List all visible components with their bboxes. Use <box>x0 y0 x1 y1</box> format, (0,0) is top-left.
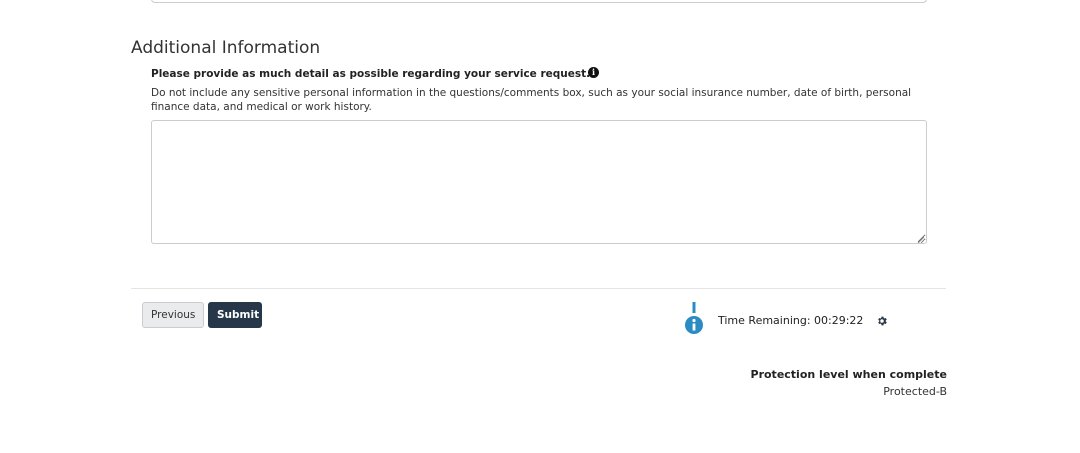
protection-level-value: Protected-B <box>883 385 947 398</box>
section-heading: Additional Information <box>131 38 321 58</box>
form-divider <box>131 288 946 289</box>
submit-button[interactable]: Submit <box>208 302 262 328</box>
previous-button[interactable]: Previous <box>142 302 204 328</box>
protection-level: Protection level when complete Protected… <box>751 366 947 400</box>
comments-hint: Do not include any sensitive personal in… <box>151 87 912 113</box>
comments-label: Please provide as much detail as possibl… <box>151 68 591 80</box>
previous-field-bottom-edge[interactable] <box>151 0 927 3</box>
time-remaining-text: Time Remaining: 00:29:22 <box>718 314 864 327</box>
protection-level-title: Protection level when complete <box>750 368 947 381</box>
page: Additional Information Please provide as… <box>0 0 1080 453</box>
gear-icon[interactable] <box>876 315 888 327</box>
timer-info-icon <box>685 302 703 334</box>
info-circle-icon[interactable]: i <box>588 67 599 78</box>
comments-textarea[interactable] <box>151 120 927 244</box>
